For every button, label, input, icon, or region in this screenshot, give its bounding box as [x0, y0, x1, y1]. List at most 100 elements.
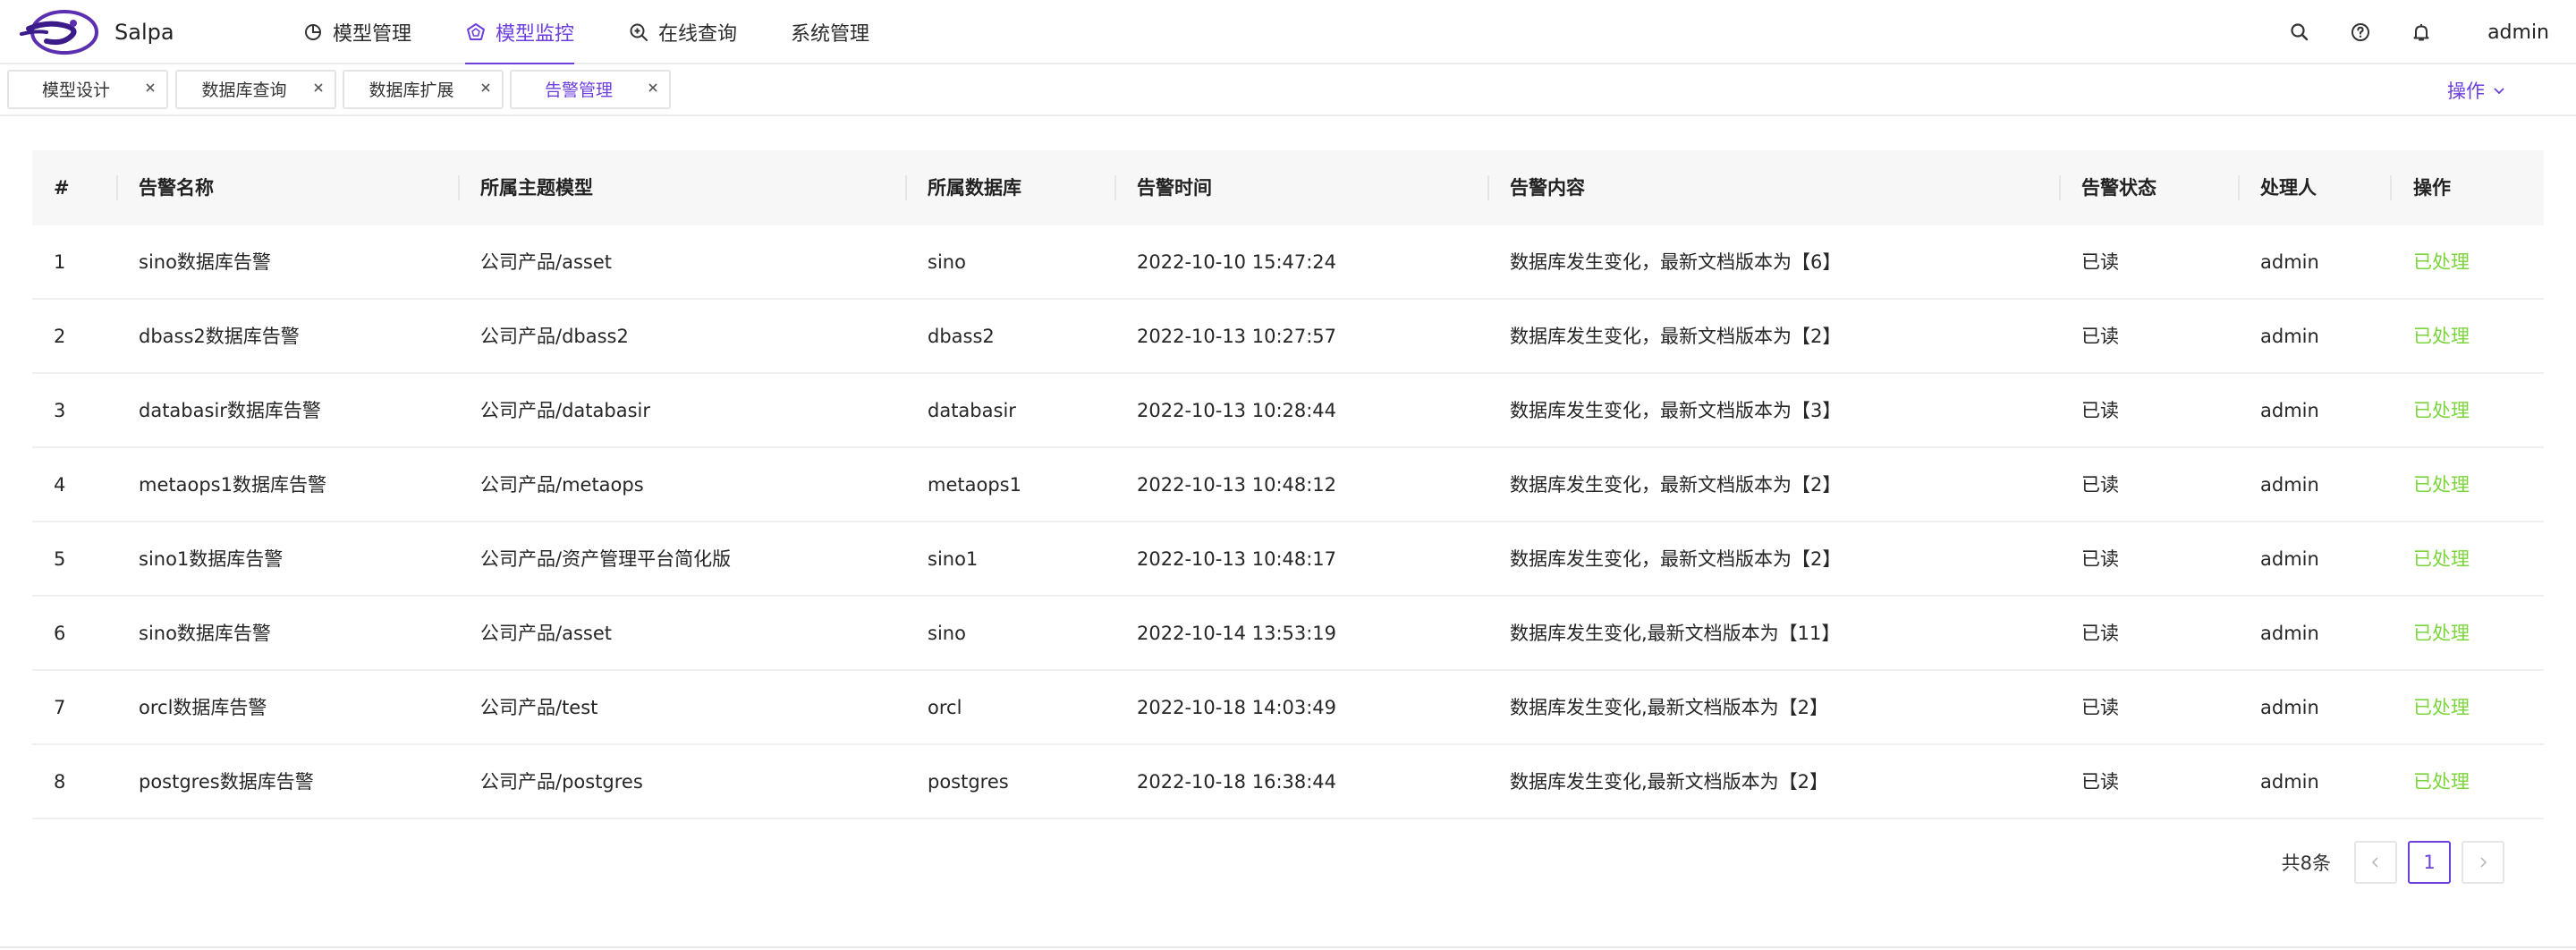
table-row: 8 postgres数据库告警 公司产品/postgres postgres 2022-…: [32, 745, 2544, 819]
cell-action-processed[interactable]: 已处理: [2413, 225, 2470, 299]
chevron-right-icon: [2480, 857, 2487, 868]
cell-index: 8: [54, 771, 66, 793]
tab-alert-management[interactable]: 告警管理: [510, 70, 671, 109]
column-divider: [458, 175, 460, 200]
cell-handler: admin: [2260, 251, 2319, 273]
nav-item-online-query[interactable]: 在线查询: [628, 0, 737, 64]
cell-action-processed[interactable]: 已处理: [2413, 597, 2470, 670]
cell-handler: admin: [2260, 474, 2319, 496]
column-divider: [905, 175, 907, 200]
cell-alert-name: postgres数据库告警: [139, 771, 314, 793]
cell-database: postgres: [928, 771, 1009, 793]
cell-alert-name: dbass2数据库告警: [139, 326, 300, 347]
current-user[interactable]: admin: [2487, 21, 2549, 44]
cell-handler: admin: [2260, 697, 2319, 718]
cell-action-processed[interactable]: 已处理: [2413, 522, 2470, 596]
cell-alert-status: 已读: [2081, 548, 2119, 570]
salpa-logo-icon[interactable]: [20, 9, 100, 55]
main-nav: 模型管理 模型监控 在线查询 系统管理: [302, 0, 923, 65]
table-row: 3 databasir数据库告警 公司产品/databasir databasir 20…: [32, 374, 2544, 448]
cell-alert-name: databasir数据库告警: [139, 400, 321, 421]
nav-item-system-management[interactable]: 系统管理: [791, 0, 869, 64]
chevron-left-icon: [2371, 857, 2378, 868]
close-icon[interactable]: [311, 81, 326, 95]
search-plus-icon: [628, 21, 649, 43]
table-row: 4 metaops1数据库告警 公司产品/metaops metaops1 2022-1…: [32, 448, 2544, 522]
bell-icon[interactable]: [2411, 21, 2432, 43]
cell-theme-model: 公司产品/资产管理平台简化版: [480, 548, 732, 570]
cell-action-processed[interactable]: 已处理: [2413, 448, 2470, 522]
column-header-actions: 操作: [2413, 177, 2451, 199]
close-icon[interactable]: [143, 81, 157, 95]
alert-table: # 告警名称 所属主题模型 所属数据库 告警时间 告警内容 告警状态 处理人 操作 1 sino数…: [32, 150, 2544, 819]
cell-alert-content: 数据库发生变化，最新文档版本为【2】: [1510, 548, 1842, 570]
column-divider: [1114, 175, 1116, 200]
cell-alert-name: orcl数据库告警: [139, 697, 267, 718]
cell-theme-model: 公司产品/postgres: [480, 771, 643, 793]
cell-database: metaops1: [928, 474, 1021, 496]
cell-alert-status: 已读: [2081, 400, 2119, 421]
cell-database: sino1: [928, 548, 979, 570]
cell-action-processed[interactable]: 已处理: [2413, 671, 2470, 744]
nav-item-label: 在线查询: [658, 23, 738, 46]
close-icon[interactable]: [479, 81, 493, 95]
cell-action-processed[interactable]: 已处理: [2413, 374, 2470, 447]
table-row: 5 sino1数据库告警 公司产品/资产管理平台简化版 sino1 2022-10-13…: [32, 522, 2544, 597]
cell-database: sino: [928, 623, 966, 644]
table-body: 1 sino数据库告警 公司产品/asset sino 2022-10-10 15:47…: [32, 225, 2544, 819]
cell-theme-model: 公司产品/asset: [480, 251, 612, 273]
brand-name: Salpa: [114, 20, 174, 45]
cell-alert-time: 2022-10-10 15:47:24: [1137, 251, 1337, 273]
nav-item-model-monitoring[interactable]: 模型监控: [465, 0, 575, 65]
next-page-button[interactable]: [2462, 841, 2504, 884]
cell-index: 4: [54, 474, 66, 496]
cell-alert-content: 数据库发生变化，最新文档版本为【6】: [1510, 251, 1842, 273]
cell-database: orcl: [928, 697, 962, 718]
column-divider: [1487, 175, 1489, 200]
tab-actions-dropdown[interactable]: 操作: [2447, 64, 2506, 116]
cell-action-processed[interactable]: 已处理: [2413, 745, 2470, 819]
cell-alert-content: 数据库发生变化,最新文档版本为【2】: [1510, 697, 1829, 718]
cell-alert-content: 数据库发生变化，最新文档版本为【2】: [1510, 474, 1842, 496]
cell-alert-time: 2022-10-13 10:27:57: [1137, 326, 1337, 347]
cell-index: 1: [54, 251, 66, 273]
page-bottom-divider: [0, 946, 2576, 948]
nav-item-model-management[interactable]: 模型管理: [302, 0, 411, 64]
chevron-down-icon: [2492, 83, 2506, 98]
cell-alert-time: 2022-10-13 10:28:44: [1137, 400, 1337, 421]
cell-alert-status: 已读: [2081, 771, 2119, 793]
close-icon[interactable]: [646, 81, 660, 95]
cell-index: 6: [54, 623, 66, 644]
header-actions: admin: [2289, 0, 2576, 64]
search-icon[interactable]: [2289, 21, 2310, 43]
cell-alert-content: 数据库发生变化，最新文档版本为【2】: [1510, 326, 1842, 347]
prev-page-button[interactable]: [2354, 841, 2397, 884]
cell-theme-model: 公司产品/asset: [480, 623, 612, 644]
page-button-current[interactable]: 1: [2408, 841, 2451, 884]
column-divider: [2059, 175, 2061, 200]
pie-chart-icon: [302, 21, 324, 43]
cell-handler: admin: [2260, 400, 2319, 421]
tab-database-query[interactable]: 数据库查询: [175, 70, 336, 109]
cell-index: 7: [54, 697, 66, 718]
cell-handler: admin: [2260, 771, 2319, 793]
cell-alert-content: 数据库发生变化，最新文档版本为【3】: [1510, 400, 1842, 421]
cell-alert-status: 已读: [2081, 326, 2119, 347]
table-row: 1 sino数据库告警 公司产品/asset sino 2022-10-10 15:47…: [32, 225, 2544, 300]
table-row: 2 dbass2数据库告警 公司产品/dbass2 dbass2 2022-10-13 …: [32, 300, 2544, 374]
cell-alert-content: 数据库发生变化,最新文档版本为【2】: [1510, 771, 1829, 793]
cell-database: sino: [928, 251, 966, 273]
nav-item-label: 系统管理: [791, 23, 870, 46]
cell-alert-name: sino数据库告警: [139, 251, 271, 273]
cell-index: 2: [54, 326, 66, 347]
table-header: # 告警名称 所属主题模型 所属数据库 告警时间 告警内容 告警状态 处理人 操作: [32, 150, 2544, 225]
tab-model-design[interactable]: 模型设计: [7, 70, 168, 109]
help-icon[interactable]: [2350, 21, 2371, 43]
cell-alert-time: 2022-10-14 13:53:19: [1137, 623, 1337, 644]
column-header-database: 所属数据库: [928, 177, 1021, 199]
nav-item-label: 模型管理: [333, 23, 412, 46]
tab-database-extension[interactable]: 数据库扩展: [343, 70, 504, 109]
cell-action-processed[interactable]: 已处理: [2413, 300, 2470, 373]
cell-theme-model: 公司产品/dbass2: [480, 326, 629, 347]
cell-alert-time: 2022-10-13 10:48:17: [1137, 548, 1337, 570]
